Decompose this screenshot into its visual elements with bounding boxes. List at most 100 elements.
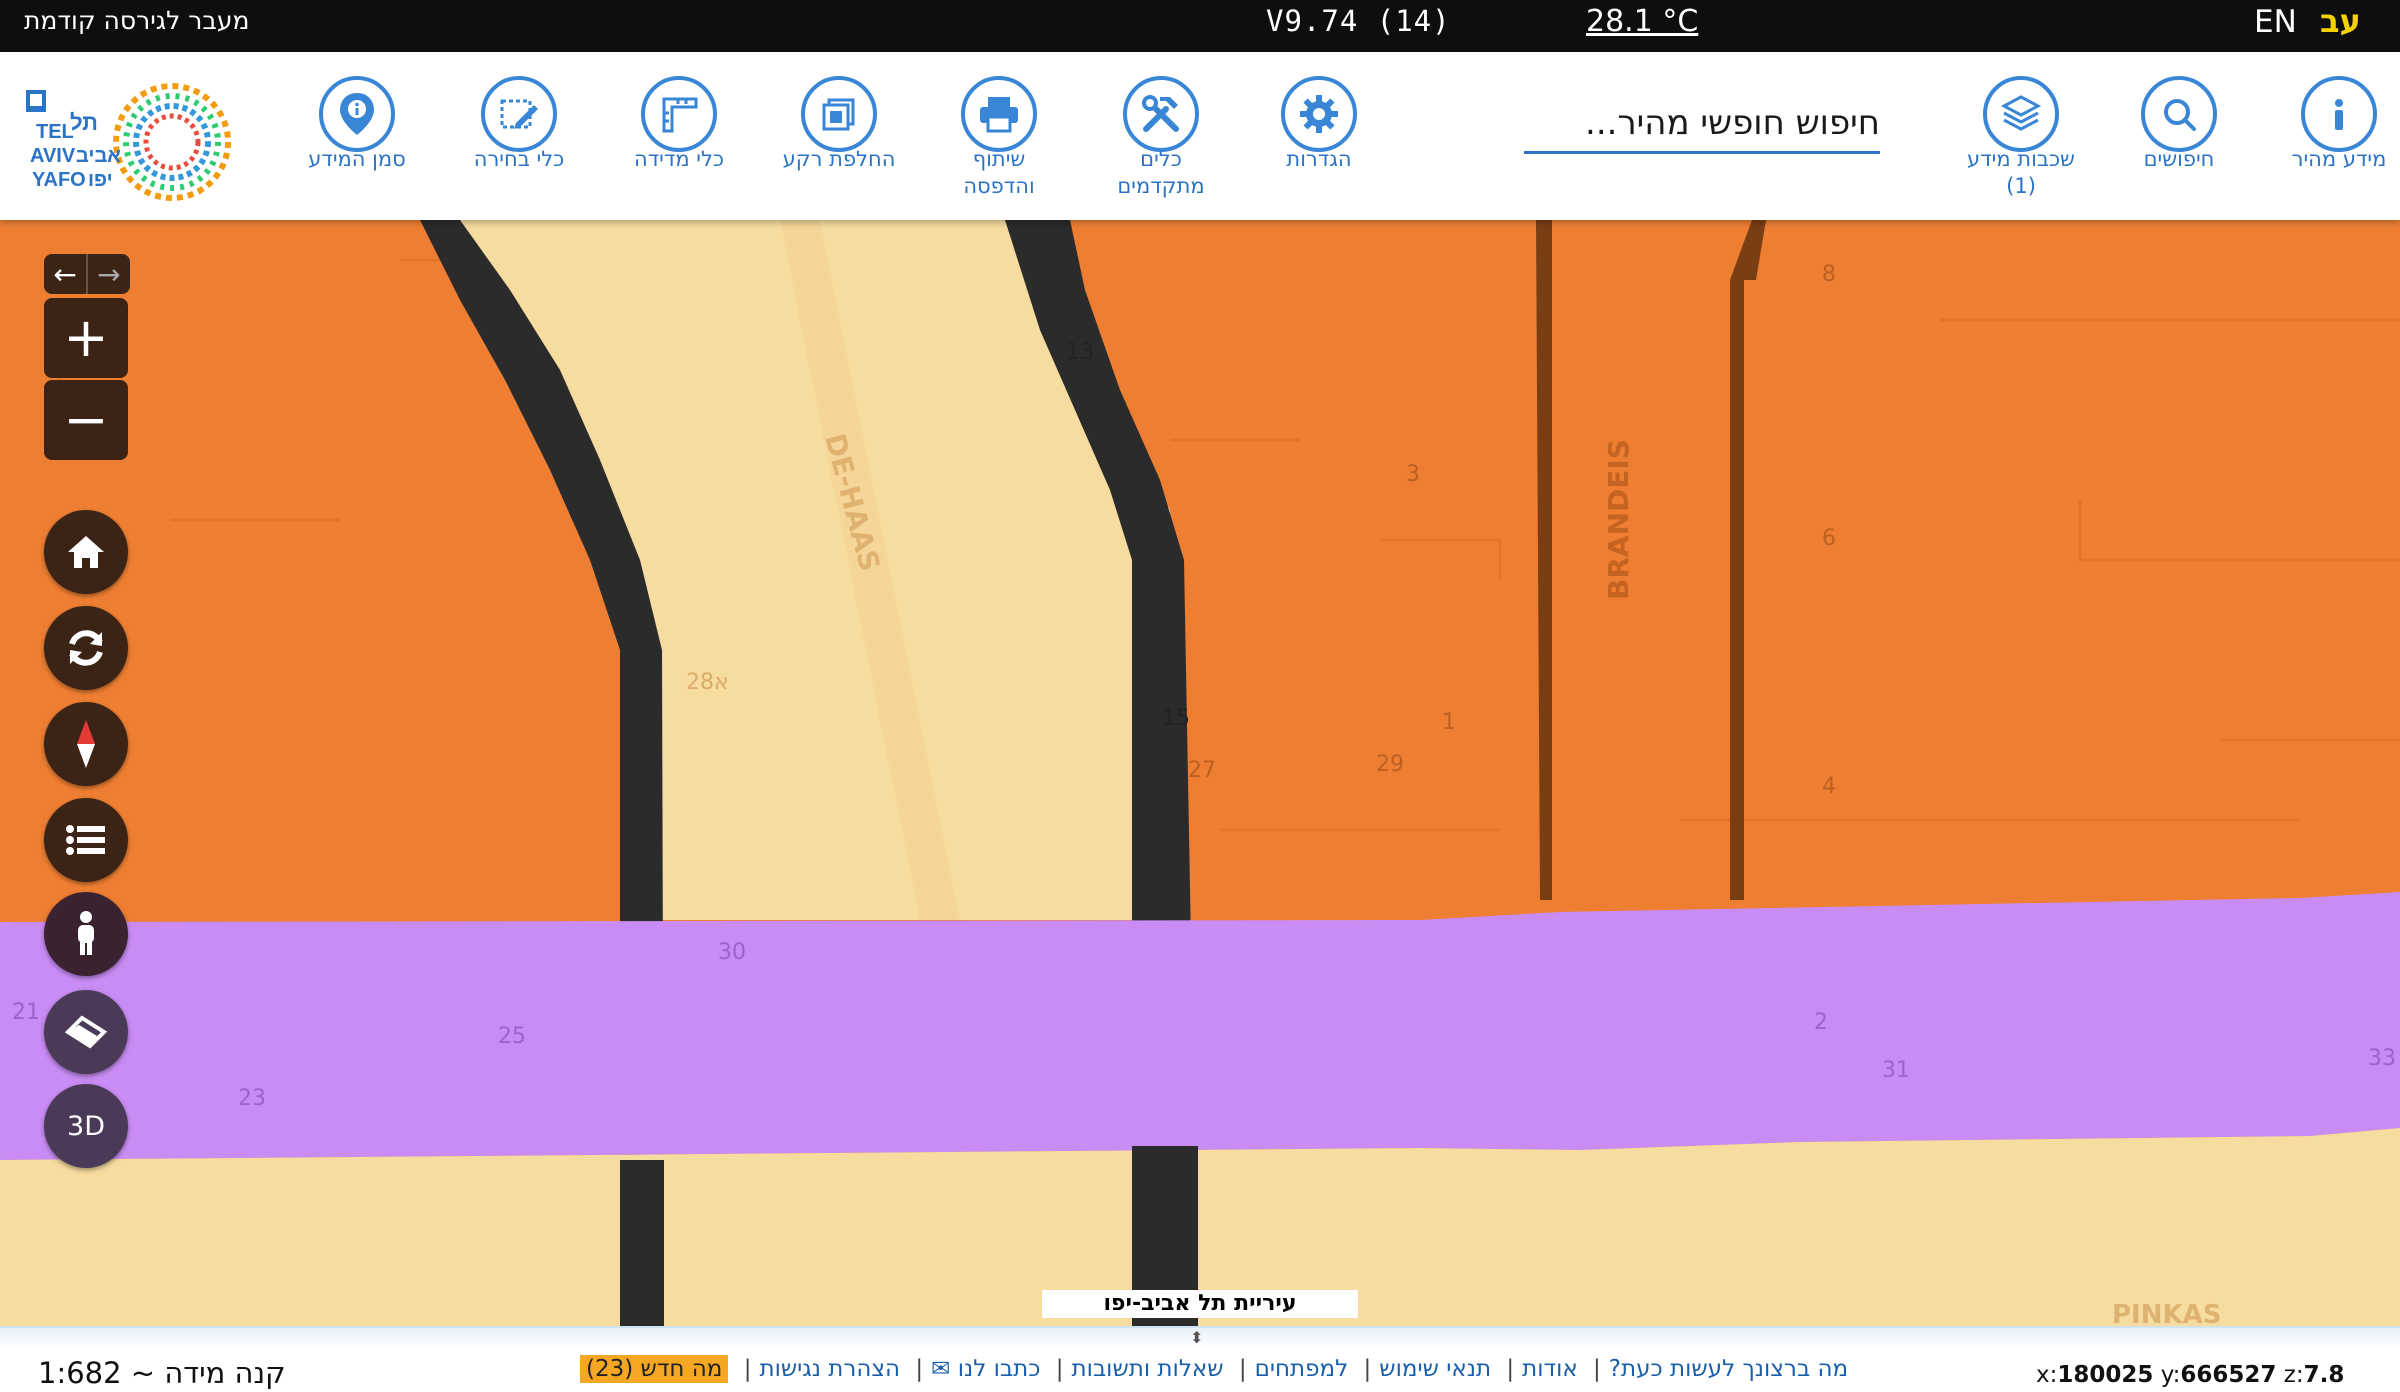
legend-list-button[interactable] bbox=[44, 798, 128, 882]
search-icon bbox=[2141, 76, 2217, 152]
footer-links: מה ברצונך לעשות כעת?| אודות| תנאי שימוש|… bbox=[580, 1355, 1848, 1383]
house-number: 8 bbox=[1822, 262, 1836, 287]
footer-link-developers[interactable]: למפתחים bbox=[1255, 1356, 1349, 1382]
eraser-icon bbox=[64, 1015, 108, 1049]
map-pin-info-icon bbox=[319, 76, 395, 152]
footer-bar: ⬍ קנה מידה ~ 1:682 מה ברצונך לעשות כעת?|… bbox=[0, 1326, 2400, 1392]
house-number: 2 bbox=[1814, 1010, 1828, 1035]
whats-new-badge[interactable]: מה חדש (23) bbox=[580, 1355, 729, 1383]
svg-text:יפו: יפו bbox=[88, 169, 113, 191]
refresh-button[interactable] bbox=[44, 606, 128, 690]
resize-grip-icon[interactable]: ⬍ bbox=[1190, 1328, 1203, 1347]
quick-info-button[interactable]: מידע מהיר bbox=[2254, 76, 2400, 173]
tool-label: כלים מתקדמים bbox=[1117, 147, 1205, 198]
home-icon bbox=[68, 536, 104, 568]
weather-link[interactable]: 28.1 °C bbox=[1586, 4, 1698, 39]
toolbar: תל TEL AVIV אביב YAFO יפו סמן המידע כלי … bbox=[0, 52, 2400, 220]
searches-button[interactable]: חיפושים bbox=[2094, 76, 2264, 173]
gear-icon bbox=[1281, 76, 1357, 152]
tool-label: כלי בחירה bbox=[473, 147, 565, 171]
eraser-button[interactable] bbox=[44, 990, 128, 1074]
house-number: 28א bbox=[686, 670, 729, 695]
footer-link-what-to-do[interactable]: מה ברצונך לעשות כעת? bbox=[1609, 1356, 1848, 1382]
purple-zone bbox=[0, 892, 2400, 1160]
tool-label: שיתוף והדפסה bbox=[963, 147, 1035, 198]
forward-arrow-icon[interactable]: → bbox=[86, 254, 130, 294]
svg-text:TEL: TEL bbox=[36, 121, 74, 143]
tool-label: החלפת רקע bbox=[782, 147, 896, 171]
measure-tool-button[interactable]: כלי מדידה bbox=[594, 76, 764, 173]
tool-label: הגדרות bbox=[1286, 147, 1352, 171]
version-label: V9.74 (14) bbox=[1266, 4, 1451, 38]
house-number: 4 bbox=[1822, 774, 1836, 799]
select-edit-icon bbox=[481, 76, 557, 152]
house-number: 1 bbox=[1442, 710, 1456, 735]
house-number: 30 bbox=[718, 940, 746, 965]
footer-link-accessibility[interactable]: הצהרת נגישות bbox=[759, 1356, 900, 1382]
tool-label: כלי מדידה bbox=[633, 147, 725, 171]
pegman-icon bbox=[78, 911, 94, 955]
tool-label: מידע מהיר bbox=[2291, 147, 2387, 171]
tool-label: שכבות מידע (1) bbox=[1967, 147, 2075, 198]
three-d-button[interactable]: 3D bbox=[44, 1084, 128, 1168]
svg-text:YAFO: YAFO bbox=[32, 169, 86, 191]
house-number: 6 bbox=[1822, 526, 1836, 551]
map-canvas[interactable]: DE-HAAS BRANDEIS PINKAS 8 13 3 6 1 15 27… bbox=[0, 220, 2400, 1326]
basemap-swap-button[interactable]: החלפת רקע bbox=[754, 76, 924, 173]
street-label-brandeis: BRANDEIS bbox=[1602, 439, 1635, 600]
street-view-button[interactable] bbox=[44, 892, 128, 976]
house-number: 29 bbox=[1376, 752, 1404, 777]
advanced-tools-button[interactable]: כלים מתקדמים bbox=[1076, 76, 1246, 200]
info-marker-tool-button[interactable]: סמן המידע bbox=[272, 76, 442, 173]
info-layers-button[interactable]: שכבות מידע (1) bbox=[1936, 76, 2106, 200]
quick-search bbox=[1524, 96, 1880, 154]
settings-button[interactable]: הגדרות bbox=[1234, 76, 1404, 173]
share-print-button[interactable]: שיתוף והדפסה bbox=[914, 76, 1084, 200]
city-emblem-icon bbox=[26, 90, 46, 112]
previous-version-link[interactable]: מעבר לגירסה קודמת bbox=[24, 6, 249, 35]
footer-link-about[interactable]: אודות bbox=[1522, 1356, 1578, 1382]
svg-text:תל: תל bbox=[70, 110, 98, 135]
layers-icon bbox=[1983, 76, 2059, 152]
language-hebrew-button[interactable]: עב bbox=[2320, 2, 2361, 40]
quick-search-input[interactable] bbox=[1524, 96, 1880, 150]
tool-label: סמן המידע bbox=[308, 147, 406, 171]
svg-text:אביב: אביב bbox=[76, 145, 121, 167]
language-english-button[interactable]: EN bbox=[2254, 4, 2297, 40]
tool-label: חיפושים bbox=[2143, 147, 2215, 171]
compass-icon bbox=[77, 720, 95, 768]
scale-readout: קנה מידה ~ 1:682 bbox=[38, 1356, 286, 1390]
house-number: 25 bbox=[498, 1024, 526, 1049]
history-nav: ← → bbox=[44, 254, 130, 294]
printer-icon bbox=[961, 76, 1037, 152]
selection-tool-button[interactable]: כלי בחירה bbox=[434, 76, 604, 173]
street-label-pinkas: PINKAS bbox=[2112, 1300, 2222, 1326]
zoom-in-button[interactable]: + bbox=[44, 298, 128, 378]
tel-aviv-yafo-logo: תל TEL AVIV אביב YAFO יפו bbox=[22, 82, 252, 206]
list-icon bbox=[66, 825, 105, 855]
info-icon bbox=[2301, 76, 2377, 152]
house-number: 15 bbox=[1162, 706, 1190, 731]
zoom-out-button[interactable]: − bbox=[44, 380, 128, 460]
layers-swap-icon bbox=[801, 76, 877, 152]
top-bar: מעבר לגירסה קודמת V9.74 (14) 28.1 °C EN … bbox=[0, 0, 2400, 52]
compass-button[interactable] bbox=[44, 702, 128, 786]
tools-icon bbox=[1123, 76, 1199, 152]
ruler-icon bbox=[641, 76, 717, 152]
footer-link-terms[interactable]: תנאי שימוש bbox=[1379, 1356, 1491, 1382]
house-number: 23 bbox=[238, 1086, 266, 1111]
house-number: 21 bbox=[12, 1000, 40, 1025]
house-number: 13 bbox=[1066, 340, 1094, 365]
house-number: 33 bbox=[2368, 1046, 2396, 1071]
footer-link-faq[interactable]: שאלות ותשובות bbox=[1072, 1356, 1224, 1382]
home-button[interactable] bbox=[44, 510, 128, 594]
svg-text:AVIV: AVIV bbox=[30, 145, 76, 167]
back-arrow-icon[interactable]: ← bbox=[44, 254, 86, 294]
refresh-icon bbox=[69, 630, 103, 666]
map-attribution: עיריית תל אביב-יפו bbox=[1042, 1290, 1358, 1318]
house-number: 31 bbox=[1882, 1058, 1910, 1083]
logo-burst-icon bbox=[113, 83, 231, 201]
footer-link-contact[interactable]: כתבו לנו ✉ bbox=[931, 1356, 1040, 1382]
house-number: 3 bbox=[1406, 462, 1420, 487]
coordinates-readout: x:180025 y:666527 z:7.8 bbox=[2036, 1362, 2345, 1388]
